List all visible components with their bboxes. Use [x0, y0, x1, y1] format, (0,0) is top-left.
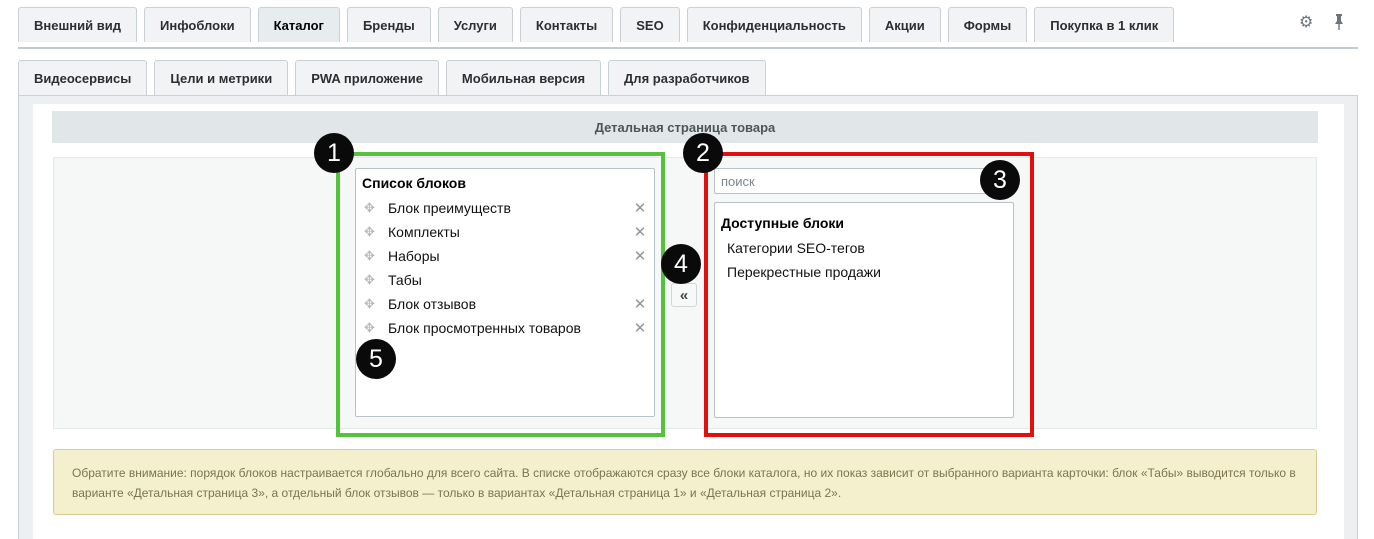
remove-icon[interactable]: ✕	[632, 247, 648, 265]
tab-forms[interactable]: Формы	[947, 7, 1028, 42]
tab-one-click-purchase[interactable]: Покупка в 1 клик	[1034, 7, 1175, 42]
tab-video-services[interactable]: Видеосервисы	[18, 60, 148, 95]
list-item[interactable]: ✥ Комплекты ✕	[364, 220, 648, 244]
tab-mobile-version[interactable]: Мобильная версия	[445, 60, 602, 95]
tab-catalog[interactable]: Каталог	[257, 7, 340, 42]
section-title: Детальная страница товара	[52, 111, 1318, 143]
block-list: Список блоков ✥ Блок преимуществ ✕ ✥ Ком…	[355, 168, 655, 417]
tabs-row-1: Внешний вид Инфоблоки Каталог Бренды Усл…	[18, 7, 1181, 42]
remove-icon[interactable]: ✕	[632, 295, 648, 313]
tab-pwa[interactable]: PWA приложение	[295, 60, 439, 95]
badge-5: 5	[356, 339, 396, 379]
list-item[interactable]: ✥ Блок отзывов ✕	[364, 292, 648, 316]
drag-handle-icon[interactable]: ✥	[364, 272, 388, 288]
badge-2: 2	[683, 133, 723, 173]
add-block-button[interactable]: «	[671, 283, 697, 307]
list-item-label: Наборы	[388, 248, 440, 264]
block-list-title: Список блоков	[362, 175, 466, 191]
list-item-label: Блок преимуществ	[388, 200, 511, 216]
badge-1: 1	[314, 133, 354, 173]
list-item[interactable]: ✥ Наборы ✕	[364, 244, 648, 268]
search-input[interactable]	[714, 168, 1014, 194]
available-blocks-title: Доступные блоки	[721, 215, 845, 231]
tab-appearance[interactable]: Внешний вид	[18, 7, 137, 42]
tab-goals-metrics[interactable]: Цели и метрики	[154, 60, 289, 95]
tab-developers[interactable]: Для разработчиков	[608, 60, 766, 95]
remove-icon[interactable]: ✕	[632, 223, 648, 241]
available-blocks: Доступные блоки Категории SEO-тегов Пере…	[714, 202, 1014, 418]
tab-services[interactable]: Услуги	[437, 7, 513, 42]
available-item[interactable]: Категории SEO-тегов	[727, 240, 865, 256]
remove-icon[interactable]: ✕	[632, 199, 648, 217]
drag-handle-icon[interactable]: ✥	[364, 320, 388, 336]
tab-privacy[interactable]: Конфиденциальность	[686, 7, 862, 42]
list-item-label: Табы	[388, 272, 422, 288]
remove-icon[interactable]: ✕	[632, 319, 648, 337]
gear-icon[interactable]: ⚙	[1299, 13, 1313, 33]
tab-seo[interactable]: SEO	[620, 7, 680, 42]
list-item-label: Комплекты	[388, 224, 460, 240]
tabs-divider	[18, 47, 1358, 49]
tabs-row-2: Видеосервисы Цели и метрики PWA приложен…	[18, 60, 773, 95]
available-item[interactable]: Перекрестные продажи	[727, 264, 881, 280]
list-item-label: Блок просмотренных товаров	[388, 320, 581, 336]
drag-handle-icon[interactable]: ✥	[364, 200, 388, 216]
badge-3: 3	[980, 160, 1020, 200]
list-item[interactable]: ✥ Табы	[364, 268, 648, 292]
tab-contacts[interactable]: Контакты	[519, 7, 614, 42]
drag-handle-icon[interactable]: ✥	[364, 224, 388, 240]
tab-promotions[interactable]: Акции	[868, 7, 941, 42]
tab-infoblocks[interactable]: Инфоблоки	[144, 7, 251, 42]
badge-4: 4	[661, 244, 701, 284]
pin-icon[interactable]	[1333, 13, 1345, 37]
drag-handle-icon[interactable]: ✥	[364, 248, 388, 264]
list-item[interactable]: ✥ Блок преимуществ ✕	[364, 196, 648, 220]
list-item[interactable]: ✥ Блок просмотренных товаров ✕	[364, 316, 648, 340]
tab-brands[interactable]: Бренды	[346, 7, 431, 42]
drag-handle-icon[interactable]: ✥	[364, 296, 388, 312]
notice-message: Обратите внимание: порядок блоков настра…	[53, 449, 1317, 515]
list-item-label: Блок отзывов	[388, 296, 477, 312]
